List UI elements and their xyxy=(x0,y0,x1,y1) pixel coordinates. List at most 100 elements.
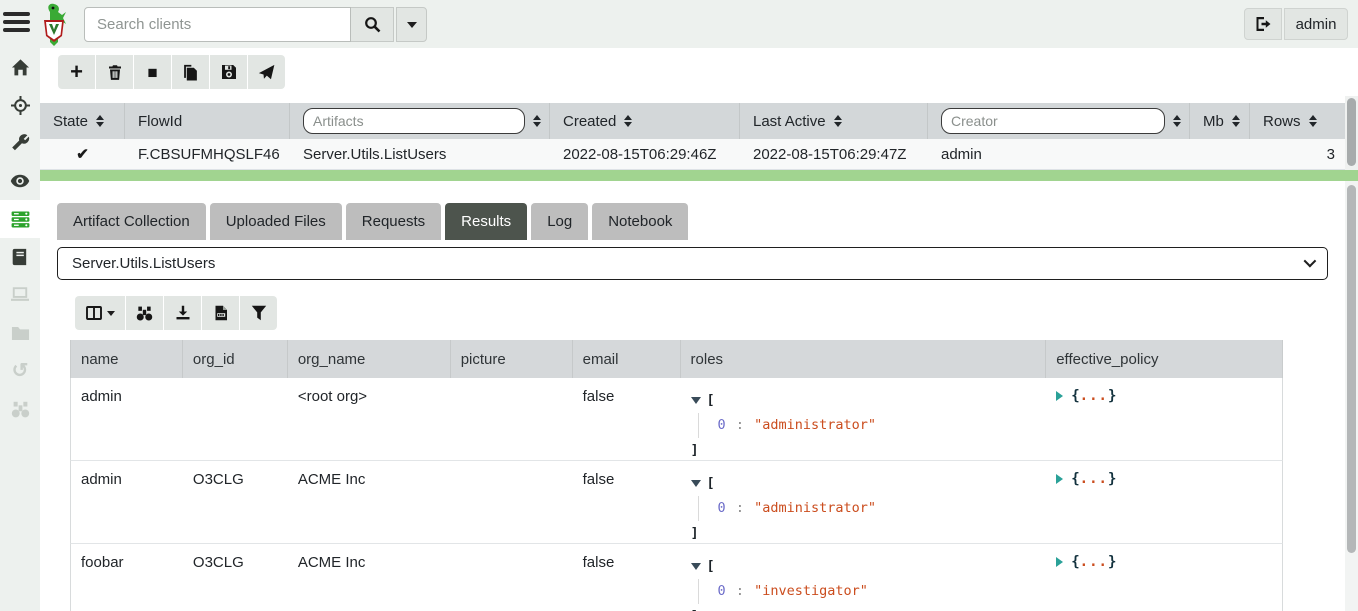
search-icon xyxy=(364,16,381,33)
cell-org-id: O3CLG xyxy=(183,461,288,543)
tab-requests[interactable]: Requests xyxy=(346,203,441,240)
copy-collection-button[interactable] xyxy=(172,55,209,89)
sidebar-item-view-artifacts[interactable] xyxy=(0,124,40,162)
cell-effective-policy: {...} xyxy=(1046,461,1282,543)
collapse-array-icon[interactable] xyxy=(691,397,701,404)
json-string-value: "investigator" xyxy=(754,583,868,599)
column-header-artifacts xyxy=(290,103,550,139)
notebook-icon xyxy=(11,248,29,266)
client-search xyxy=(84,7,427,42)
tab-results[interactable]: Results xyxy=(445,203,527,240)
pane-splitter[interactable] xyxy=(40,170,1358,181)
creator-filter-input[interactable] xyxy=(941,108,1165,134)
collapse-array-icon[interactable] xyxy=(691,563,701,570)
chevron-down-icon xyxy=(1304,255,1317,268)
sidebar-item-client-events: ↺ xyxy=(0,352,40,390)
json-string-value: "administrator" xyxy=(754,417,876,433)
cell-email: false xyxy=(573,544,681,611)
wrench-icon xyxy=(11,134,30,153)
sort-icon[interactable] xyxy=(1173,115,1181,127)
column-header-effective-policy: effective_policy xyxy=(1046,340,1282,378)
cell-roles: [ 0 : "administrator" ] xyxy=(681,461,1047,543)
column-header-rows: Rows xyxy=(1250,103,1345,139)
tab-uploaded-files[interactable]: Uploaded Files xyxy=(210,203,342,240)
stop-collection-button[interactable]: ■ xyxy=(134,55,171,89)
sort-icon[interactable] xyxy=(624,115,632,127)
sidebar-item-vfs xyxy=(0,314,40,352)
column-visibility-button[interactable] xyxy=(75,296,125,330)
column-header-email: email xyxy=(573,340,681,378)
search-rows-button[interactable] xyxy=(126,296,163,330)
results-table-header: name org_id org_name picture email roles… xyxy=(70,340,1283,378)
cell-org-name: ACME Inc xyxy=(288,461,451,543)
expand-object-icon[interactable] xyxy=(1056,557,1063,567)
collapse-array-icon[interactable] xyxy=(691,480,701,487)
chevron-down-icon xyxy=(107,311,115,316)
artifacts-filter-input[interactable] xyxy=(303,108,525,134)
search-button[interactable] xyxy=(351,7,394,42)
scrollbar-thumb[interactable] xyxy=(1347,185,1356,553)
flow-last-active-cell: 2022-08-15T06:29:47Z xyxy=(740,146,928,163)
velociraptor-app: admin xyxy=(0,0,1358,611)
cell-name: foobar xyxy=(71,544,183,611)
sort-icon[interactable] xyxy=(834,115,842,127)
flow-artifacts-cell: Server.Utils.ListUsers xyxy=(290,146,550,163)
flows-table-header: State FlowId Created Last Active Mb Rows xyxy=(40,103,1345,139)
json-string-value: "administrator" xyxy=(754,500,876,516)
chevron-down-icon xyxy=(407,22,417,28)
search-input[interactable] xyxy=(84,7,351,42)
filter-button[interactable] xyxy=(240,296,277,330)
flow-created-cell: 2022-08-15T06:29:46Z xyxy=(550,146,740,163)
cell-org-name: ACME Inc xyxy=(288,544,451,611)
cell-picture xyxy=(451,378,573,460)
velociraptor-logo xyxy=(36,2,72,47)
delete-collection-button[interactable] xyxy=(96,55,133,89)
cell-org-id xyxy=(183,378,288,460)
history-icon: ↺ xyxy=(12,361,29,381)
json-index: 0 xyxy=(718,500,726,516)
cell-name: admin xyxy=(71,378,183,460)
sidebar-item-home[interactable] xyxy=(0,48,40,86)
hamburger-menu-icon[interactable] xyxy=(3,12,33,38)
save-collection-button[interactable] xyxy=(210,55,247,89)
sidebar-item-hunts[interactable] xyxy=(0,86,40,124)
column-header-roles: roles xyxy=(681,340,1047,378)
logout-button[interactable] xyxy=(1244,8,1282,40)
columns-icon xyxy=(86,306,102,320)
tab-artifact-collection[interactable]: Artifact Collection xyxy=(57,203,206,240)
tab-notebook[interactable]: Notebook xyxy=(592,203,688,240)
stop-icon: ■ xyxy=(147,64,157,81)
download-button[interactable] xyxy=(164,296,201,330)
sidebar-item-server-events[interactable] xyxy=(0,162,40,200)
table-row: admin O3CLG ACME Inc false [ 0 : "admini… xyxy=(70,461,1283,544)
logout-icon xyxy=(1255,16,1272,32)
export-csv-button[interactable] xyxy=(202,296,239,330)
sort-icon[interactable] xyxy=(533,115,541,127)
flow-row[interactable]: ✔ F.CBSUFMHQSLF46 Server.Utils.ListUsers… xyxy=(40,139,1345,170)
expand-object-icon[interactable] xyxy=(1056,474,1063,484)
cell-email: false xyxy=(573,378,681,460)
sidebar-nav: ↺ xyxy=(0,48,40,611)
user-menu-button[interactable]: admin xyxy=(1284,8,1348,40)
tab-log[interactable]: Log xyxy=(531,203,588,240)
column-header-name: name xyxy=(71,340,183,378)
results-toolbar xyxy=(75,296,277,330)
scrollbar-thumb[interactable] xyxy=(1347,98,1356,166)
sort-icon[interactable] xyxy=(1232,115,1240,127)
cell-roles: [ 0 : "investigator" ] xyxy=(681,544,1047,611)
sidebar-item-server-artifacts[interactable] xyxy=(0,200,40,238)
column-header-creator xyxy=(928,103,1190,139)
sort-icon[interactable] xyxy=(96,115,104,127)
crosshair-icon xyxy=(11,96,30,115)
artifact-selector[interactable]: Server.Utils.ListUsers xyxy=(57,247,1328,280)
flow-detail-tabs: Artifact Collection Uploaded Files Reque… xyxy=(57,203,688,240)
sort-icon[interactable] xyxy=(1309,115,1317,127)
new-collection-button[interactable]: + xyxy=(58,55,95,89)
copy-icon xyxy=(182,64,199,81)
send-collection-button[interactable] xyxy=(248,55,285,89)
sidebar-item-notebooks[interactable] xyxy=(0,238,40,276)
trash-icon xyxy=(107,64,123,81)
search-options-dropdown[interactable] xyxy=(396,7,427,42)
expand-object-icon[interactable] xyxy=(1056,391,1063,401)
binoculars-icon xyxy=(11,400,30,419)
